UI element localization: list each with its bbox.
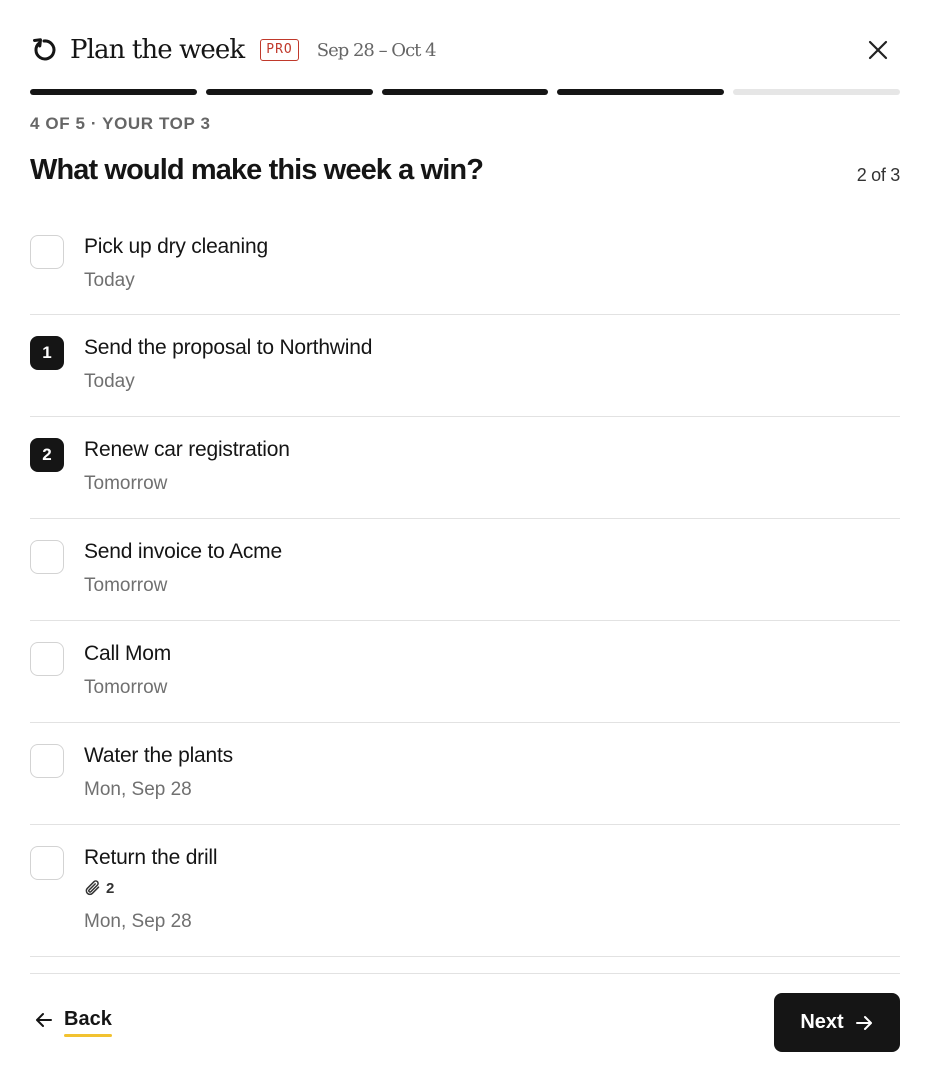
task-title: Send invoice to Acme (84, 540, 282, 563)
task-date: Today (84, 371, 135, 392)
progress-segment-pending (733, 89, 900, 95)
task-title: Renew car registration (84, 438, 290, 461)
footer-divider (30, 973, 900, 974)
arrow-left-icon (36, 1012, 52, 1027)
progress-segment-complete (557, 89, 725, 95)
task-checkbox[interactable] (30, 642, 64, 676)
close-button[interactable] (864, 36, 892, 64)
task-date: Tomorrow (84, 575, 168, 596)
progress-segment-complete (381, 89, 549, 95)
close-icon (868, 40, 888, 60)
task-row[interactable]: 2 Renew car registration Tomorrow (30, 417, 900, 519)
back-label: Back (64, 1008, 112, 1037)
task-date: Mon, Sep 28 (84, 911, 192, 932)
task-row[interactable]: Return the drill 2 Mon, Sep 28 (30, 825, 900, 957)
pro-badge: PRO (260, 39, 299, 61)
task-row[interactable]: Send invoice to Acme Tomorrow (30, 519, 900, 621)
task-date: Tomorrow (84, 677, 168, 698)
task-title: Send the proposal to Northwind (84, 336, 373, 359)
task-row[interactable]: Water the plants Mon, Sep 28 (30, 723, 900, 825)
task-list: Pick up dry cleaning Today 1 Send the pr… (30, 214, 900, 957)
task-checkbox[interactable] (30, 235, 64, 269)
task-rank-badge[interactable]: 2 (30, 438, 64, 472)
step-progress-bar (30, 89, 900, 95)
selection-counter: 2 of 3 (856, 165, 901, 185)
progress-segment-complete (205, 89, 373, 95)
back-button[interactable]: Back (34, 1008, 112, 1037)
next-label: Next (800, 1011, 844, 1033)
task-date: Tomorrow (84, 473, 168, 494)
task-checkbox[interactable] (30, 744, 64, 778)
next-button[interactable]: Next (774, 993, 900, 1052)
task-checkbox[interactable] (30, 540, 64, 574)
task-title: Water the plants (84, 744, 233, 767)
arrow-right-icon (855, 1015, 872, 1030)
question-heading: What would make this week a win? (30, 154, 484, 186)
refresh-icon (30, 36, 58, 64)
date-range: Sep 28 – Oct 4 (316, 39, 437, 61)
task-row[interactable]: Pick up dry cleaning Today (30, 214, 900, 315)
attachment-count-label: 2 (106, 879, 115, 897)
task-row[interactable]: Call Mom Tomorrow (30, 621, 900, 723)
task-title: Call Mom (84, 642, 172, 665)
task-checkbox[interactable] (30, 846, 64, 880)
task-title: Return the drill (84, 846, 218, 869)
task-rank-badge[interactable]: 1 (30, 336, 64, 370)
task-title: Pick up dry cleaning (84, 235, 268, 258)
task-date: Mon, Sep 28 (84, 779, 192, 800)
step-label: 4 OF 5 · YOUR TOP 3 (30, 114, 211, 133)
page-title: Plan the week (70, 35, 245, 65)
progress-segment-complete (30, 89, 197, 95)
header: Plan the week PRO Sep 28 – Oct 4 (30, 30, 900, 70)
attachment-count: 2 (84, 879, 114, 897)
task-date: Today (84, 270, 135, 291)
task-row[interactable]: 1 Send the proposal to Northwind Today (30, 315, 900, 417)
paperclip-icon (85, 880, 100, 896)
